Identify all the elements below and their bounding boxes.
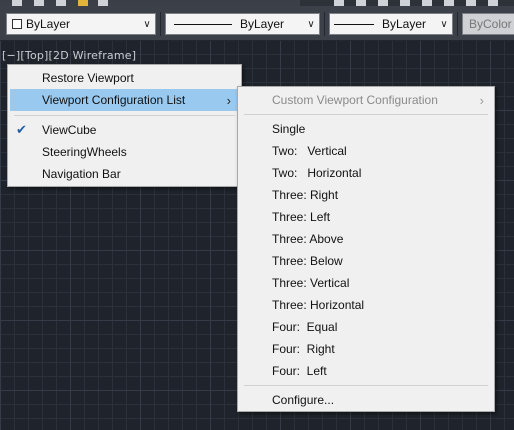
menu-item-steeringwheels[interactable]: SteeringWheels <box>10 141 239 163</box>
menu-item-label: Three: Vertical <box>272 276 350 290</box>
menu-item-viewport-configuration-list[interactable]: Viewport Configuration List › <box>10 89 239 111</box>
menu-item-three-right[interactable]: Three: Right <box>240 184 492 206</box>
toolbar-separator <box>324 12 325 36</box>
menu-item-three-left[interactable]: Three: Left <box>240 206 492 228</box>
menu-item-label: SteeringWheels <box>42 145 127 159</box>
menu-item-four-right[interactable]: Four: Right <box>240 338 492 360</box>
menu-item-configure[interactable]: Configure... <box>240 389 492 411</box>
menu-item-restore-viewport[interactable]: Restore Viewport <box>10 67 239 89</box>
menu-item-four-left[interactable]: Four: Left <box>240 360 492 382</box>
menu-separator <box>14 115 235 116</box>
menu-item-label: Three: Left <box>272 210 331 224</box>
chevron-right-icon: › <box>479 92 484 108</box>
lineweight-combo[interactable]: ByLayer ∨ <box>329 13 453 35</box>
viewport-controls-label[interactable]: [−][Top][2D Wireframe] <box>2 49 136 62</box>
viewport-configuration-submenu: Custom Viewport Configuration › Single T… <box>237 86 495 412</box>
menu-item-label: Two: Vertical <box>272 144 347 158</box>
color-combo[interactable]: ByLayer ∨ <box>6 13 156 35</box>
menu-item-label: ViewCube <box>42 123 97 137</box>
menu-item-label: Two: Horizontal <box>272 166 362 180</box>
lineweight-combo-value: ByLayer <box>382 17 427 31</box>
menu-item-label: Single <box>272 122 306 136</box>
menu-item-label: Four: Right <box>272 342 335 356</box>
properties-toolbar: ByLayer ∨ ByLayer ∨ ByLayer ∨ ByColor <box>0 6 514 41</box>
linetype-combo-value: ByLayer <box>240 17 285 31</box>
menu-item-four-equal[interactable]: Four: Equal <box>240 316 492 338</box>
chevron-down-icon[interactable]: ∨ <box>139 14 155 34</box>
menu-item-label: Four: Left <box>272 364 327 378</box>
menu-item-label: Restore Viewport <box>42 71 134 85</box>
chevron-down-icon[interactable]: ∨ <box>436 14 452 34</box>
lineweight-preview-icon <box>334 23 374 25</box>
menu-item-three-below[interactable]: Three: Below <box>240 250 492 272</box>
menu-item-three-horizontal[interactable]: Three: Horizontal <box>240 294 492 316</box>
plotstyle-combo-value: ByColor <box>469 17 512 31</box>
menu-item-label: Three: Right <box>272 188 339 202</box>
menu-item-single[interactable]: Single <box>240 118 492 140</box>
menu-item-three-above[interactable]: Three: Above <box>240 228 492 250</box>
menu-item-label: Viewport Configuration List <box>42 93 186 107</box>
menu-item-label: Navigation Bar <box>42 167 121 181</box>
menu-item-two-horizontal[interactable]: Two: Horizontal <box>240 162 492 184</box>
linetype-combo[interactable]: ByLayer ∨ <box>165 13 320 35</box>
menu-item-three-vertical[interactable]: Three: Vertical <box>240 272 492 294</box>
plotstyle-combo: ByColor <box>462 13 514 35</box>
toolbar-separator <box>160 12 161 36</box>
toolbar-separator <box>457 12 458 36</box>
menu-item-label: Custom Viewport Configuration <box>272 93 438 107</box>
menu-item-label: Three: Above <box>272 232 344 246</box>
menu-item-label: Four: Equal <box>272 320 338 334</box>
menu-item-viewcube[interactable]: ✔ ViewCube <box>10 119 239 141</box>
menu-item-custom-viewport-configuration: Custom Viewport Configuration › <box>240 89 492 111</box>
menu-item-navigation-bar[interactable]: Navigation Bar <box>10 163 239 185</box>
menu-item-two-vertical[interactable]: Two: Vertical <box>240 140 492 162</box>
checkmark-icon: ✔ <box>16 122 27 137</box>
menu-separator <box>244 385 488 386</box>
menu-separator <box>244 114 488 115</box>
color-combo-value: ByLayer <box>26 17 71 31</box>
menu-item-label: Three: Below <box>272 254 343 268</box>
linetype-preview-icon <box>174 23 232 25</box>
color-swatch-icon <box>12 19 22 29</box>
menu-item-label: Configure... <box>272 393 335 407</box>
menu-item-label: Three: Horizontal <box>272 298 365 312</box>
chevron-right-icon: › <box>226 92 231 108</box>
viewport-context-menu: Restore Viewport Viewport Configuration … <box>7 64 242 187</box>
chevron-down-icon[interactable]: ∨ <box>303 14 319 34</box>
